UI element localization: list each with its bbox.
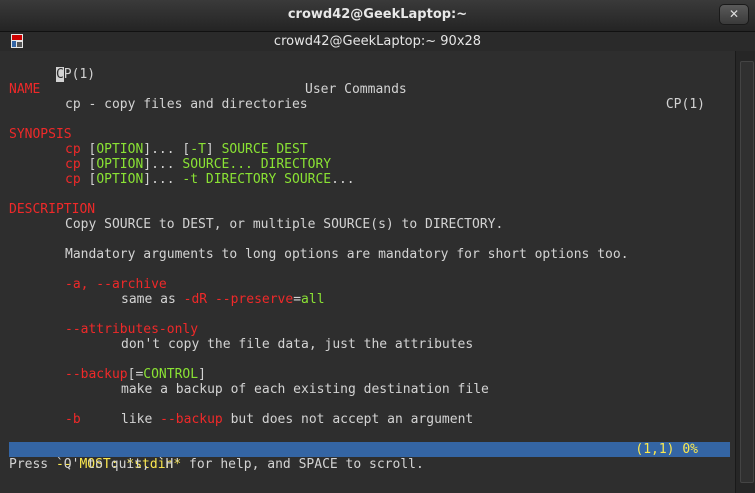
name-text: cp - copy files and directories — [65, 97, 308, 112]
close-icon[interactable]: ✕ — [719, 4, 749, 25]
option-attributes-only: --attributes-only — [65, 322, 199, 337]
desc-text: = — [293, 292, 302, 307]
terminal-content[interactable]: CP(1) User Commands CP(1) NAME cp - copy… — [0, 51, 733, 493]
syn-opt: OPTION — [96, 157, 144, 172]
description-text-2: Mandatory arguments to long options are … — [65, 247, 629, 262]
option-backup-desc: make a backup of each existing destinati… — [121, 382, 489, 397]
option-b: -b — [65, 412, 81, 427]
man-header: CP(1) User Commands CP(1) — [9, 52, 730, 112]
syn-opt: OPTION — [96, 142, 144, 157]
scrollbar-thumb[interactable] — [740, 61, 754, 483]
syn-cmd: cp — [65, 142, 81, 157]
syn-args: -t DIRECTORY SOURCE — [182, 172, 332, 187]
text-cursor: C — [55, 67, 64, 82]
syn-cmd: cp — [65, 157, 81, 172]
opt-text: ] — [198, 367, 206, 382]
synopsis-line-2: cp [OPTION]... SOURCE... DIRECTORY — [65, 157, 331, 172]
man-header-left: P(1) — [63, 67, 96, 82]
option-backup: --backup[=CONTROL] — [65, 367, 206, 382]
syn-text: ... — [331, 172, 355, 187]
window-titlebar[interactable]: crowd42@GeekLaptop:~ ✕ — [0, 0, 755, 32]
syn-text: ]... — [143, 172, 183, 187]
syn-opt: OPTION — [96, 172, 144, 187]
description-text-1: Copy SOURCE to DEST, or multiple SOURCE(… — [65, 217, 504, 232]
syn-text: ] — [205, 142, 222, 157]
syn-text: ]... [ — [143, 142, 191, 157]
section-description-heading: DESCRIPTION — [9, 202, 96, 217]
opt-text: [= — [127, 367, 144, 382]
terminal-window: crowd42@GeekLaptop:~ ✕ crowd42@GeekLapto… — [0, 0, 755, 493]
terminal-header: crowd42@GeekLaptop:~ 90x28 — [0, 32, 755, 51]
pager-prompt: Press `Q' to quit, `H' for help, and SPA… — [9, 457, 424, 472]
terminal-title: crowd42@GeekLaptop:~ 90x28 — [273, 34, 482, 49]
syn-args: SOURCE... DIRECTORY — [182, 157, 332, 172]
man-header-right: CP(1) — [665, 97, 705, 112]
desc-flag: --preserve — [214, 292, 294, 307]
status-position: (1,1) 0% — [635, 442, 698, 457]
desc-text: but does not accept an argument — [222, 412, 474, 427]
desc-flag: -dR — [183, 292, 208, 307]
opt-value: CONTROL — [143, 367, 199, 382]
option-b-desc: like --backup but does not accept an arg… — [121, 412, 473, 427]
section-name-heading: NAME — [9, 82, 41, 97]
syn-text: ]... — [143, 157, 183, 172]
syn-args: SOURCE DEST — [221, 142, 308, 157]
desc-value: all — [301, 292, 325, 307]
synopsis-line-1: cp [OPTION]... [-T] SOURCE DEST — [65, 142, 308, 157]
option-archive-desc: same as -dR --preserve=all — [121, 292, 325, 307]
scrollbar[interactable] — [735, 51, 755, 493]
option-attributes-only-desc: don't copy the file data, just the attri… — [121, 337, 474, 352]
desc-text: same as — [121, 292, 184, 307]
section-synopsis-heading: SYNOPSIS — [9, 127, 72, 142]
desc-text: like — [121, 412, 161, 427]
desc-flag: --backup — [160, 412, 223, 427]
synopsis-line-3: cp [OPTION]... -t DIRECTORY SOURCE... — [65, 172, 355, 187]
window-title: crowd42@GeekLaptop:~ — [287, 7, 468, 22]
syn-flag: -T — [190, 142, 206, 157]
option-archive: -a, --archive — [65, 277, 167, 292]
man-header-center: User Commands — [305, 82, 407, 97]
pager-status-bar: -- MOST: *stdin* (1,1) 0% — [9, 442, 730, 472]
syn-cmd: cp — [65, 172, 81, 187]
opt-flag: --backup — [65, 367, 128, 382]
